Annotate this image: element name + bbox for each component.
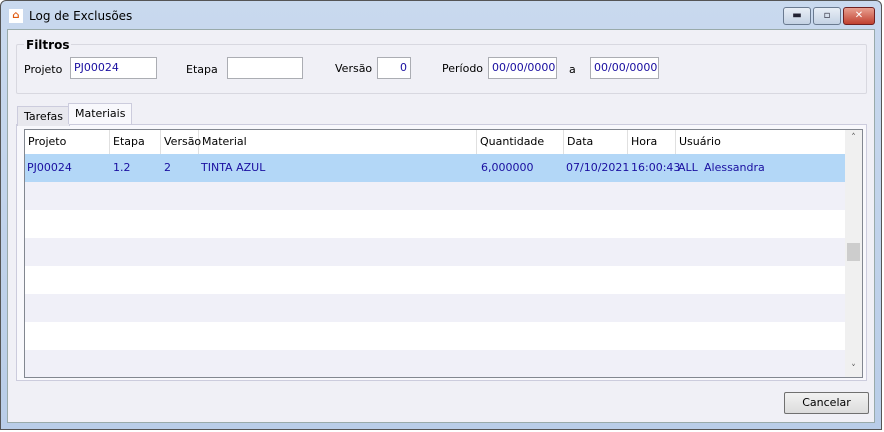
cell-material: TINTA AZUL [201, 161, 266, 174]
col-projeto[interactable]: Projeto [25, 130, 110, 154]
cell-hora: 16:00:43 [631, 161, 681, 174]
close-button[interactable]: ✕ [843, 7, 875, 25]
col-quantidade[interactable]: Quantidade [477, 130, 564, 154]
col-hora[interactable]: Hora [628, 130, 676, 154]
etapa-input[interactable] [227, 57, 303, 79]
maximize-button[interactable]: ▫ [813, 7, 841, 25]
filters-group-label: Filtros [24, 38, 72, 52]
projeto-input[interactable]: PJ00024 [70, 57, 157, 79]
col-versao[interactable]: Versão [161, 130, 201, 154]
empty-row [25, 350, 845, 377]
cell-etapa: 1.2 [113, 161, 131, 174]
empty-row [25, 238, 845, 266]
tab-tarefas[interactable]: Tarefas [17, 106, 71, 126]
cell-versao: 2 [164, 161, 171, 174]
cell-quantidade: 6,000000 [481, 161, 534, 174]
client-area: Filtros Projeto PJ00024 Etapa Versão 0 P… [7, 29, 875, 423]
etapa-label: Etapa [186, 63, 218, 76]
cell-usuario-name: Alessandra [704, 161, 765, 174]
periodo-to-input[interactable]: 00/00/0000 [590, 57, 659, 79]
table-row[interactable]: PJ00024 1.2 2 TINTA AZUL 6,000000 07/10/… [25, 154, 845, 182]
grid-header: Projeto Etapa Versão Material Quantidade… [25, 130, 845, 154]
vertical-scrollbar[interactable]: ˄ ˅ [845, 130, 862, 377]
cell-data: 07/10/2021 [566, 161, 630, 174]
maximize-icon: ▫ [823, 10, 831, 21]
app-logo-icon: ⌂ [9, 9, 23, 23]
window-title: Log de Exclusões [29, 9, 133, 23]
scroll-up-icon[interactable]: ˄ [845, 133, 862, 143]
projeto-label: Projeto [24, 63, 63, 76]
periodo-a-label: a [569, 63, 576, 76]
col-data[interactable]: Data [564, 130, 628, 154]
scrollbar-thumb[interactable] [847, 243, 860, 261]
empty-row [25, 294, 845, 322]
cell-usuario-code: ALL [678, 161, 698, 174]
col-material[interactable]: Material [199, 130, 477, 154]
periodo-from-input[interactable]: 00/00/0000 [488, 57, 557, 79]
cancel-button[interactable]: Cancelar [784, 392, 869, 414]
minimize-icon: ▬ [792, 10, 802, 21]
materials-grid: Projeto Etapa Versão Material Quantidade… [24, 129, 863, 378]
versao-input[interactable]: 0 [377, 57, 411, 79]
title-bar[interactable]: ⌂ Log de Exclusões ▬ ▫ ✕ [1, 1, 881, 29]
tab-materiais[interactable]: Materiais [68, 103, 133, 124]
empty-row [25, 182, 845, 210]
cell-projeto: PJ00024 [27, 161, 72, 174]
periodo-label: Período [442, 62, 484, 75]
versao-label: Versão [335, 62, 373, 75]
close-icon: ✕ [854, 10, 864, 21]
minimize-button[interactable]: ▬ [783, 7, 811, 25]
col-etapa[interactable]: Etapa [110, 130, 161, 154]
scroll-down-icon[interactable]: ˅ [845, 364, 862, 374]
col-usuario[interactable]: Usuário [676, 130, 845, 154]
window: ⌂ Log de Exclusões ▬ ▫ ✕ Filtros Projeto… [0, 0, 882, 430]
